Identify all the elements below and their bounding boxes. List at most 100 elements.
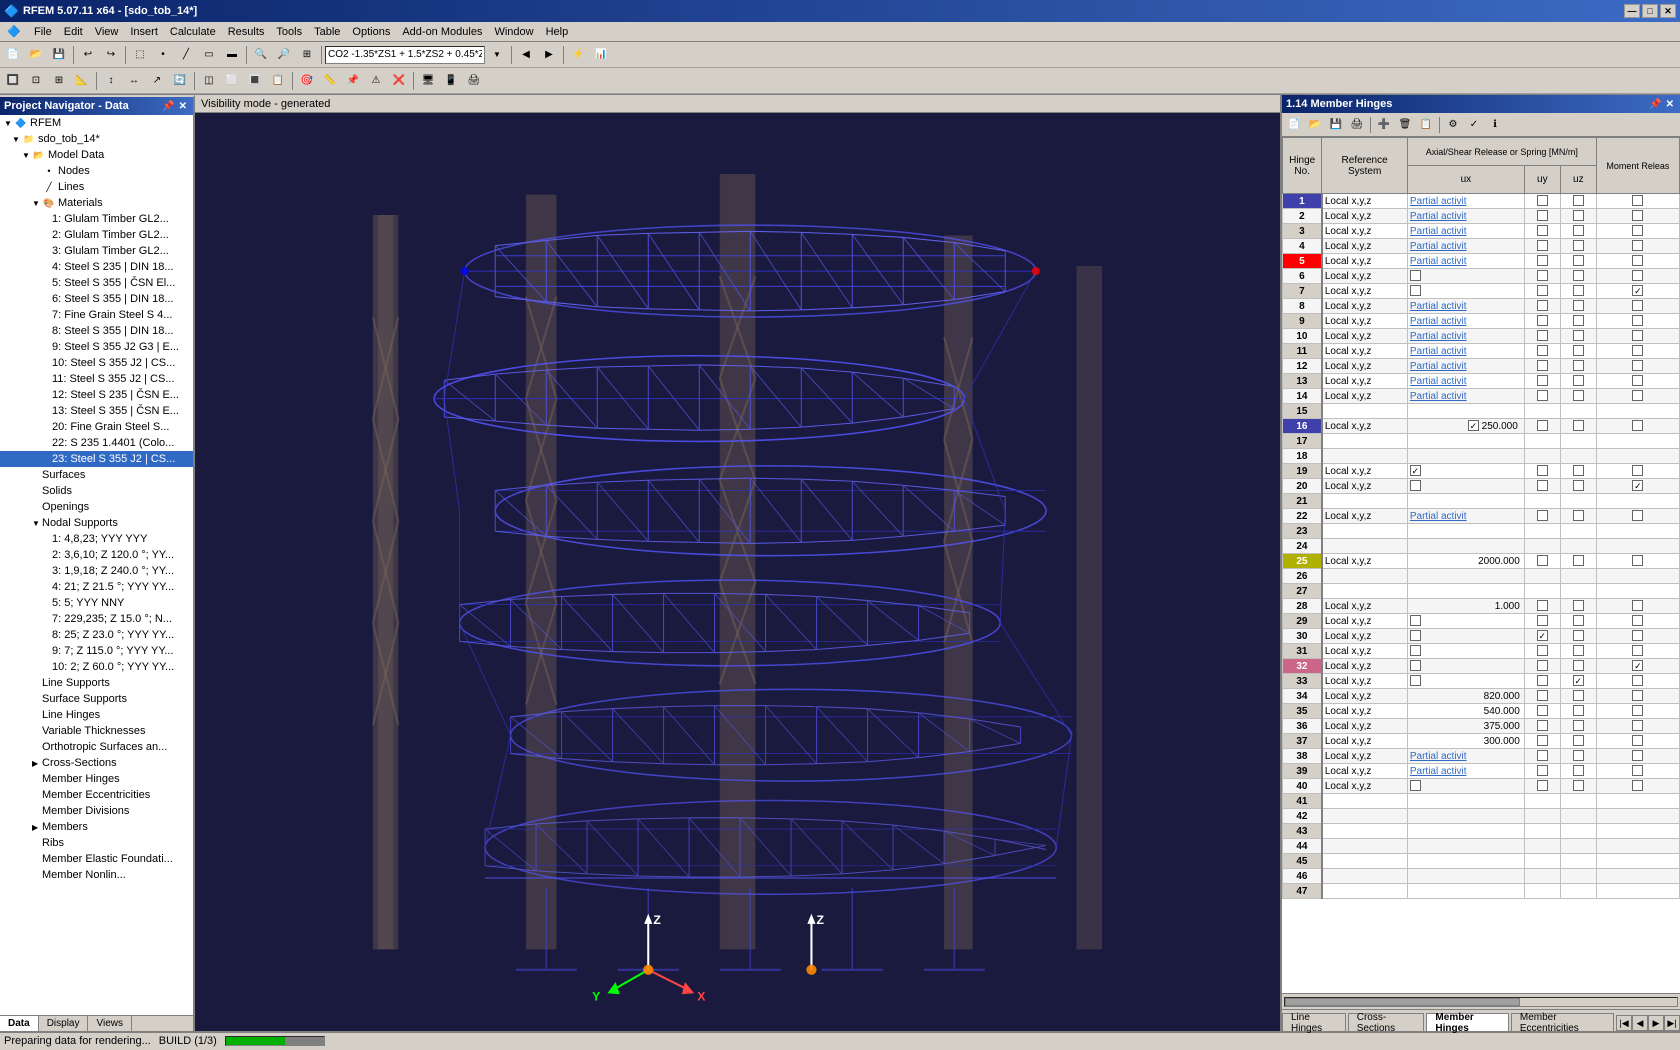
tb2-19[interactable]: 📱 bbox=[440, 70, 462, 92]
tab-member-eccentricities[interactable]: Member Eccentricities bbox=[1511, 1013, 1614, 1031]
tb2-12[interactable]: 📋 bbox=[267, 70, 289, 92]
tb-surf[interactable]: ▭ bbox=[198, 44, 220, 66]
table-row[interactable]: 26 bbox=[1283, 569, 1680, 584]
table-row[interactable]: 10Local x,y,zPartial activit bbox=[1283, 329, 1680, 344]
table-row[interactable]: 43 bbox=[1283, 824, 1680, 839]
tree-var-thickness[interactable]: Variable Thicknesses bbox=[0, 723, 193, 739]
right-panel-close[interactable]: ✕ bbox=[1664, 99, 1676, 110]
table-row[interactable]: 2Local x,y,zPartial activit bbox=[1283, 209, 1680, 224]
tree-mat-1[interactable]: 1: Glulam Timber GL2... bbox=[0, 211, 193, 227]
table-row[interactable]: 11Local x,y,zPartial activit bbox=[1283, 344, 1680, 359]
tree-ns-9[interactable]: 9: 7; Z 115.0 °; YYY YY... bbox=[0, 643, 193, 659]
tree-mat-4[interactable]: 4: Steel S 235 | DIN 18... bbox=[0, 259, 193, 275]
tree-mat-2[interactable]: 2: Glulam Timber GL2... bbox=[0, 227, 193, 243]
tree-mat-13[interactable]: 13: Steel S 355 | ČSN E... bbox=[0, 403, 193, 419]
tb-calc[interactable]: ⚡ bbox=[567, 44, 589, 66]
close-button[interactable]: ✕ bbox=[1660, 4, 1676, 18]
menu-addons[interactable]: Add-on Modules bbox=[396, 24, 488, 40]
tree-mat-5[interactable]: 5: Steel S 355 | ČSN El... bbox=[0, 275, 193, 291]
tb-results[interactable]: 📊 bbox=[590, 44, 612, 66]
tree-ns-1[interactable]: 1: 4,8,23; YYY YYY bbox=[0, 531, 193, 547]
tree-mat-12[interactable]: 12: Steel S 235 | ČSN E... bbox=[0, 387, 193, 403]
rt-check[interactable]: ✓ bbox=[1464, 115, 1484, 135]
tree-line-supports[interactable]: Line Supports bbox=[0, 675, 193, 691]
table-row[interactable]: 3Local x,y,zPartial activit bbox=[1283, 224, 1680, 239]
tree-ns-7[interactable]: 7: 229,235; Z 15.0 °; N... bbox=[0, 611, 193, 627]
tb2-11[interactable]: 🔳 bbox=[244, 70, 266, 92]
tb2-5[interactable]: ↕ bbox=[100, 70, 122, 92]
menu-file[interactable]: File bbox=[28, 24, 58, 40]
table-row[interactable]: 21 bbox=[1283, 494, 1680, 509]
table-row[interactable]: 19Local x,y,z bbox=[1283, 464, 1680, 479]
table-row[interactable]: 5Local x,y,zPartial activit bbox=[1283, 254, 1680, 269]
tree-mat-6[interactable]: 6: Steel S 355 | DIN 18... bbox=[0, 291, 193, 307]
tb2-10[interactable]: ⬜ bbox=[221, 70, 243, 92]
tb-open[interactable]: 📂 bbox=[25, 44, 47, 66]
tb2-18[interactable]: 🖥 bbox=[417, 70, 439, 92]
tb2-17[interactable]: ❌ bbox=[388, 70, 410, 92]
table-row[interactable]: 28Local x,y,z1.000 bbox=[1283, 599, 1680, 614]
tab-line-hinges[interactable]: Line Hinges bbox=[1282, 1013, 1346, 1031]
rt-save[interactable]: 💾 bbox=[1326, 115, 1346, 135]
scrollbar-thumb[interactable] bbox=[1285, 998, 1520, 1006]
nav-tab-data[interactable]: Data bbox=[0, 1016, 39, 1031]
tree-ns-2[interactable]: 2: 3,6,10; Z 120.0 °; YY... bbox=[0, 547, 193, 563]
nav-tab-views[interactable]: Views bbox=[88, 1016, 132, 1031]
rt-add[interactable]: ➕ bbox=[1374, 115, 1394, 135]
tree-member-divisions[interactable]: Member Divisions bbox=[0, 803, 193, 819]
table-row[interactable]: 4Local x,y,zPartial activit bbox=[1283, 239, 1680, 254]
tree-openings[interactable]: Openings bbox=[0, 499, 193, 515]
table-row[interactable]: 25Local x,y,z2000.000 bbox=[1283, 554, 1680, 569]
menu-help[interactable]: Help bbox=[540, 24, 575, 40]
tb2-14[interactable]: 📏 bbox=[319, 70, 341, 92]
tb-solid[interactable]: ▬ bbox=[221, 44, 243, 66]
menu-insert[interactable]: Insert bbox=[124, 24, 164, 40]
table-row[interactable]: 12Local x,y,zPartial activit bbox=[1283, 359, 1680, 374]
table-row[interactable]: 33Local x,y,z bbox=[1283, 674, 1680, 689]
menu-options[interactable]: Options bbox=[346, 24, 396, 40]
tb-save[interactable]: 💾 bbox=[48, 44, 70, 66]
tree-model-data[interactable]: ▼ 📂 Model Data bbox=[0, 147, 193, 163]
menu-tools[interactable]: Tools bbox=[270, 24, 308, 40]
table-row[interactable]: 9Local x,y,zPartial activit bbox=[1283, 314, 1680, 329]
tb2-15[interactable]: 📌 bbox=[342, 70, 364, 92]
table-row[interactable]: 29Local x,y,z bbox=[1283, 614, 1680, 629]
tree-mat-3[interactable]: 3: Glulam Timber GL2... bbox=[0, 243, 193, 259]
tree-orthotropic[interactable]: Orthotropic Surfaces an... bbox=[0, 739, 193, 755]
table-row[interactable]: 36Local x,y,z375.000 bbox=[1283, 719, 1680, 734]
tree-members[interactable]: ▶ Members bbox=[0, 819, 193, 835]
tree-mat-22[interactable]: 22: S 235 1.4401 (Colo... bbox=[0, 435, 193, 451]
tree-mat-8[interactable]: 8: Steel S 355 | DIN 18... bbox=[0, 323, 193, 339]
tree-ns-4[interactable]: 4: 21; Z 21.5 °; YYY YY... bbox=[0, 579, 193, 595]
table-row[interactable]: 17 bbox=[1283, 434, 1680, 449]
table-row[interactable]: 14Local x,y,zPartial activit bbox=[1283, 389, 1680, 404]
table-row[interactable]: 46 bbox=[1283, 869, 1680, 884]
tree-mat-9[interactable]: 9: Steel S 355 J2 G3 | E... bbox=[0, 339, 193, 355]
tree-root-rfem[interactable]: ▼ 🔷 RFEM bbox=[0, 115, 193, 131]
table-row[interactable]: 15 bbox=[1283, 404, 1680, 419]
maximize-button[interactable]: □ bbox=[1642, 4, 1658, 18]
tree-member-eccentricities[interactable]: Member Eccentricities bbox=[0, 787, 193, 803]
bnav-prev[interactable]: ◀ bbox=[1632, 1015, 1648, 1031]
tree-solids[interactable]: Solids bbox=[0, 483, 193, 499]
tb-redo[interactable]: ↪ bbox=[100, 44, 122, 66]
tree-ribs[interactable]: Ribs bbox=[0, 835, 193, 851]
table-row[interactable]: 13Local x,y,zPartial activit bbox=[1283, 374, 1680, 389]
tree-ns-3[interactable]: 3: 1,9,18; Z 240.0 °; YY... bbox=[0, 563, 193, 579]
tree-mat-7[interactable]: 7: Fine Grain Steel S 4... bbox=[0, 307, 193, 323]
nav-tab-display[interactable]: Display bbox=[39, 1016, 89, 1031]
rt-copy[interactable]: 📋 bbox=[1416, 115, 1436, 135]
table-row[interactable]: 7Local x,y,z bbox=[1283, 284, 1680, 299]
rt-settings[interactable]: ⚙ bbox=[1443, 115, 1463, 135]
tb2-2[interactable]: ⊡ bbox=[25, 70, 47, 92]
tree-mat-11[interactable]: 11: Steel S 355 J2 | CS... bbox=[0, 371, 193, 387]
table-row[interactable]: 16Local x,y,z 250.000 bbox=[1283, 419, 1680, 434]
nav-close[interactable]: ✕ bbox=[177, 101, 189, 112]
table-row[interactable]: 20Local x,y,z bbox=[1283, 479, 1680, 494]
tb2-4[interactable]: 📐 bbox=[71, 70, 93, 92]
menu-table[interactable]: Table bbox=[308, 24, 346, 40]
table-row[interactable]: 22Local x,y,zPartial activit bbox=[1283, 509, 1680, 524]
tree-mat-23[interactable]: 23: Steel S 355 J2 | CS... bbox=[0, 451, 193, 467]
tree-nodal-supports[interactable]: ▼ Nodal Supports bbox=[0, 515, 193, 531]
tree-lines[interactable]: ╱ Lines bbox=[0, 179, 193, 195]
